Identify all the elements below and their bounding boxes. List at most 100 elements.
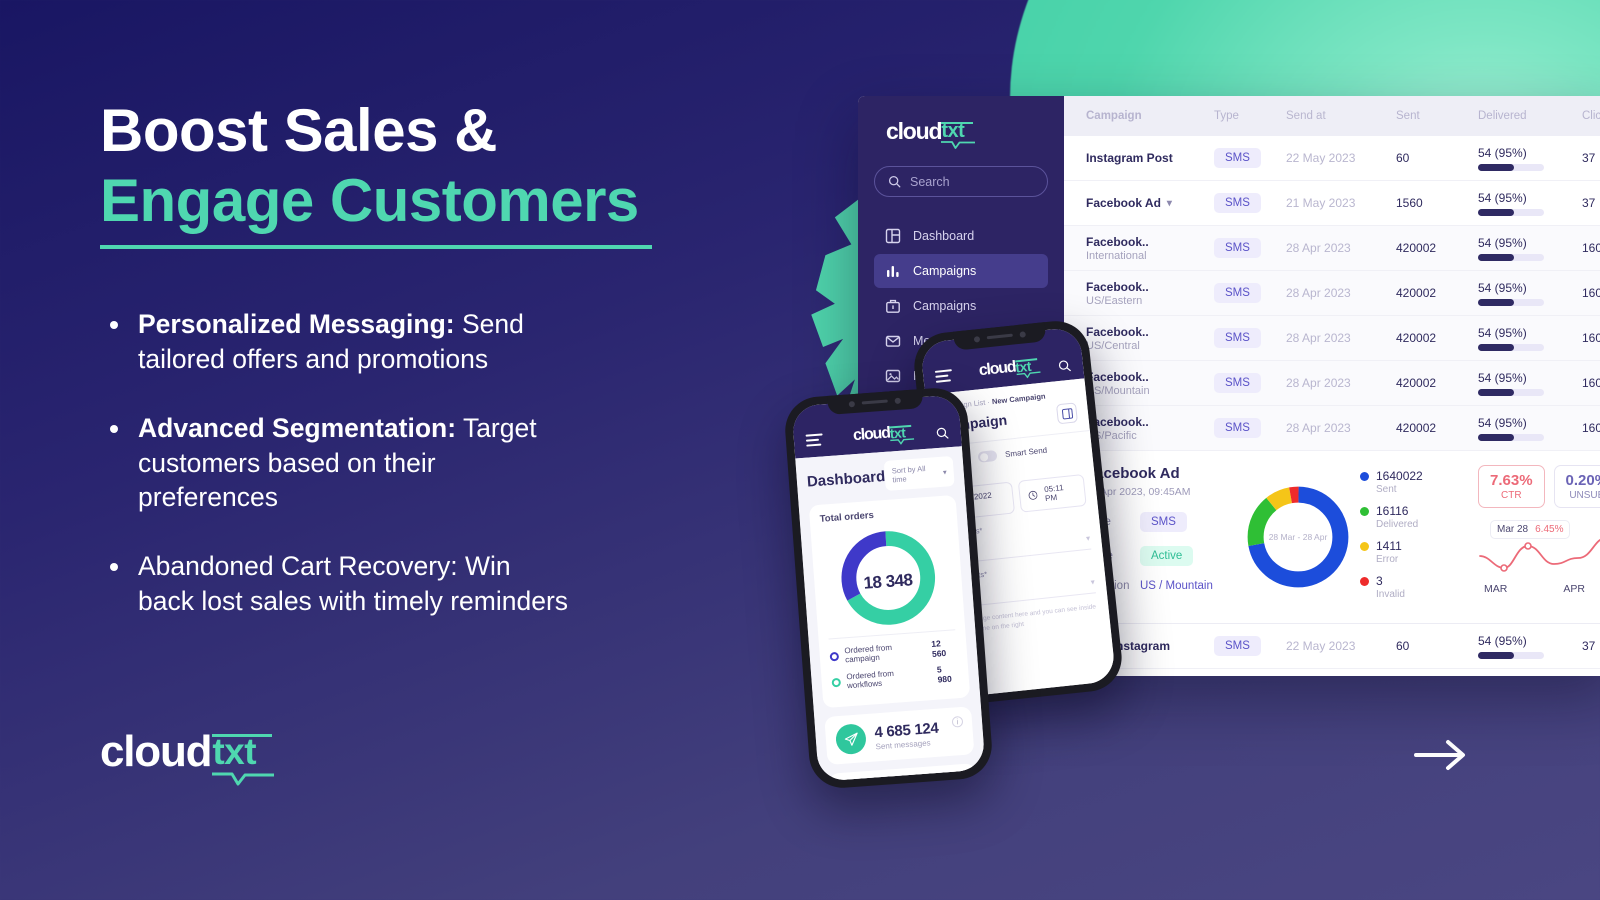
panel-icon xyxy=(1061,407,1073,419)
logo-word-txt: txt xyxy=(212,731,257,772)
table-row[interactable]: Facebook.. International SMS 28 Apr 2023… xyxy=(1064,226,1600,271)
cell-clicked: 16040 xyxy=(1582,421,1600,435)
status-badge: Active xyxy=(1140,546,1194,566)
table-row[interactable]: Facebook.. US/Central SMS 28 Apr 2023 42… xyxy=(1064,316,1600,361)
cell-clicked: 37 xyxy=(1582,196,1596,210)
bullet-2-bold: Advanced Segmentation: xyxy=(138,413,457,444)
tooltip-value: 6.45% xyxy=(1535,524,1564,535)
table-row[interactable]: Facebook.. US/Mountain SMS 28 Apr 2023 4… xyxy=(1064,361,1600,406)
legend-label: Delivered xyxy=(1376,519,1419,530)
chevron-down-icon: ▾ xyxy=(1090,577,1096,587)
sidebar-item-dashboard[interactable]: Dashboard xyxy=(874,219,1048,253)
ctr-sparkline-chart: Mar 28 6.45% MAR APR M xyxy=(1478,520,1600,595)
table-row[interactable]: May Instagram SMS 22 May 2023 60 54 (95%… xyxy=(1064,624,1600,669)
mobile-dashboard-header: Dashboard Sort by All time ▾ xyxy=(806,455,955,497)
total-orders-legend: Ordered from campaign 12 560 Ordered fro… xyxy=(828,629,960,693)
detail-location-value: US / Mountain xyxy=(1140,580,1213,592)
sidebar-item-campaigns[interactable]: Campaigns xyxy=(874,254,1048,288)
search-icon xyxy=(888,175,901,188)
stat-row: 648 xyxy=(839,773,968,782)
type-badge: SMS xyxy=(1214,148,1261,168)
kpi-value: 0.20% xyxy=(1565,472,1600,489)
legend-dot-icon xyxy=(1360,472,1369,481)
table-row[interactable]: Instagram Post SMS 22 May 2023 60 54 (95… xyxy=(1064,669,1600,676)
cell-delivered: 54 (95%) xyxy=(1478,191,1582,216)
cell-clicked: 16040 xyxy=(1582,331,1600,345)
hamburger-menu-icon[interactable] xyxy=(805,433,824,449)
page-title: Boost Sales & Engage Customers xyxy=(100,96,700,235)
logo-word-cloud: cloud xyxy=(977,358,1017,380)
total-orders-card: Total orders 18 348 Ordered from campaig… xyxy=(808,494,971,709)
search-input[interactable]: Search xyxy=(874,166,1048,197)
axis-tick-apr: APR xyxy=(1563,583,1585,595)
cell-sent: 420002 xyxy=(1396,376,1437,390)
envelope-icon xyxy=(885,335,901,347)
image-icon xyxy=(885,369,901,383)
paper-plane-icon xyxy=(834,723,868,756)
bullet-3-rest: Abandoned Cart Recovery: Win back lost s… xyxy=(138,551,569,616)
logo-word-cloud: cloud xyxy=(852,424,891,445)
cell-campaign: Facebook.. US/Mountain xyxy=(1086,370,1214,397)
chevron-down-icon[interactable]: ▾ xyxy=(1167,198,1172,209)
table-row[interactable]: Facebook Ad ▾ SMS 21 May 2023 1560 54 (9… xyxy=(1064,181,1600,226)
delivery-donut-chart: 28 Mar - 28 Apr xyxy=(1236,465,1360,609)
cell-type: SMS xyxy=(1214,148,1286,168)
donut-legend: 1640022 Sent 16116 Delivered 1411 Error … xyxy=(1360,465,1472,609)
cell-delivered: 54 (95%) xyxy=(1478,634,1582,659)
table-row[interactable]: Facebook.. US/Eastern SMS 28 Apr 2023 42… xyxy=(1064,271,1600,316)
table-row[interactable]: Instagram Post SMS 22 May 2023 60 54 (95… xyxy=(1064,136,1600,181)
sparkline-axis: MAR APR M xyxy=(1478,583,1600,595)
search-icon[interactable] xyxy=(1057,359,1071,373)
layout-toggle-button[interactable] xyxy=(1055,402,1078,425)
legend-item-invalid: 3 Invalid xyxy=(1360,574,1472,600)
headline-underline xyxy=(100,245,652,250)
legend-label: Ordered from campaign xyxy=(844,642,893,665)
hamburger-menu-icon[interactable] xyxy=(934,369,953,386)
campaign-name: Instagram Post xyxy=(1086,151,1173,165)
delivered-progress xyxy=(1478,253,1544,261)
time-input[interactable]: 05:11 PM xyxy=(1017,473,1087,513)
cell-type: SMS xyxy=(1214,328,1286,348)
page-title: Dashboard xyxy=(806,467,886,491)
cell-sent: 420002 xyxy=(1396,241,1437,255)
legend-ring-icon xyxy=(831,677,842,687)
camera-icon xyxy=(894,397,901,404)
delivered-value: 54 (95%) xyxy=(1478,370,1527,385)
cell-campaign: Facebook.. US/Eastern xyxy=(1086,280,1214,307)
logo-txt-wrap: txt xyxy=(1015,358,1041,379)
search-placeholder: Search xyxy=(910,174,950,189)
cell-send-at: 28 Apr 2023 xyxy=(1286,421,1351,435)
hero-copy: Boost Sales & Engage Customers Personali… xyxy=(100,96,700,653)
delivered-value: 54 (95%) xyxy=(1478,190,1527,205)
legend-item-campaign: Ordered from campaign 12 560 xyxy=(829,637,957,666)
sort-dropdown[interactable]: Sort by All time ▾ xyxy=(884,455,955,491)
type-badge: SMS xyxy=(1214,238,1261,258)
search-icon[interactable] xyxy=(935,426,949,440)
cell-clicked: 16040 xyxy=(1582,286,1600,300)
logo-top-bar xyxy=(941,122,974,124)
delivered-progress xyxy=(1478,343,1544,351)
cell-sent: 1560 xyxy=(1396,196,1423,210)
cell-campaign: Facebook.. US/Central xyxy=(1086,325,1214,352)
cell-clicked: 16040 xyxy=(1582,376,1600,390)
next-arrow-icon[interactable] xyxy=(1412,735,1470,775)
second-stat-card: i 648 xyxy=(828,763,979,782)
kpi-ctr: 7.63% CTR xyxy=(1478,465,1545,508)
cell-send-at: 22 May 2023 xyxy=(1286,151,1356,165)
cell-clicked: 37 xyxy=(1582,151,1596,165)
cell-type: SMS xyxy=(1214,373,1286,393)
cell-delivered: 54 (95%) xyxy=(1478,416,1582,441)
sidebar-item-campaigns-2[interactable]: Campaigns xyxy=(874,289,1048,323)
cell-sent: 420002 xyxy=(1396,421,1437,435)
stat-row: 4 685 124 Sent messages xyxy=(834,716,964,756)
cell-send-at: 28 Apr 2023 xyxy=(1286,376,1351,390)
legend-value: 1640022 xyxy=(1376,469,1423,483)
phone-screen: cloud txt Dashboard Sort by All time ▾ T… xyxy=(791,394,986,782)
type-badge: SMS xyxy=(1214,328,1261,348)
sparkline-tooltip: Mar 28 6.45% xyxy=(1490,520,1571,539)
table-row[interactable]: Facebook.. US/Pacific SMS 28 Apr 2023 42… xyxy=(1064,406,1600,451)
legend-dot-icon xyxy=(1360,577,1369,586)
delivered-progress xyxy=(1478,208,1544,216)
chevron-down-icon: ▾ xyxy=(1085,533,1091,543)
info-icon[interactable]: i xyxy=(955,772,968,782)
